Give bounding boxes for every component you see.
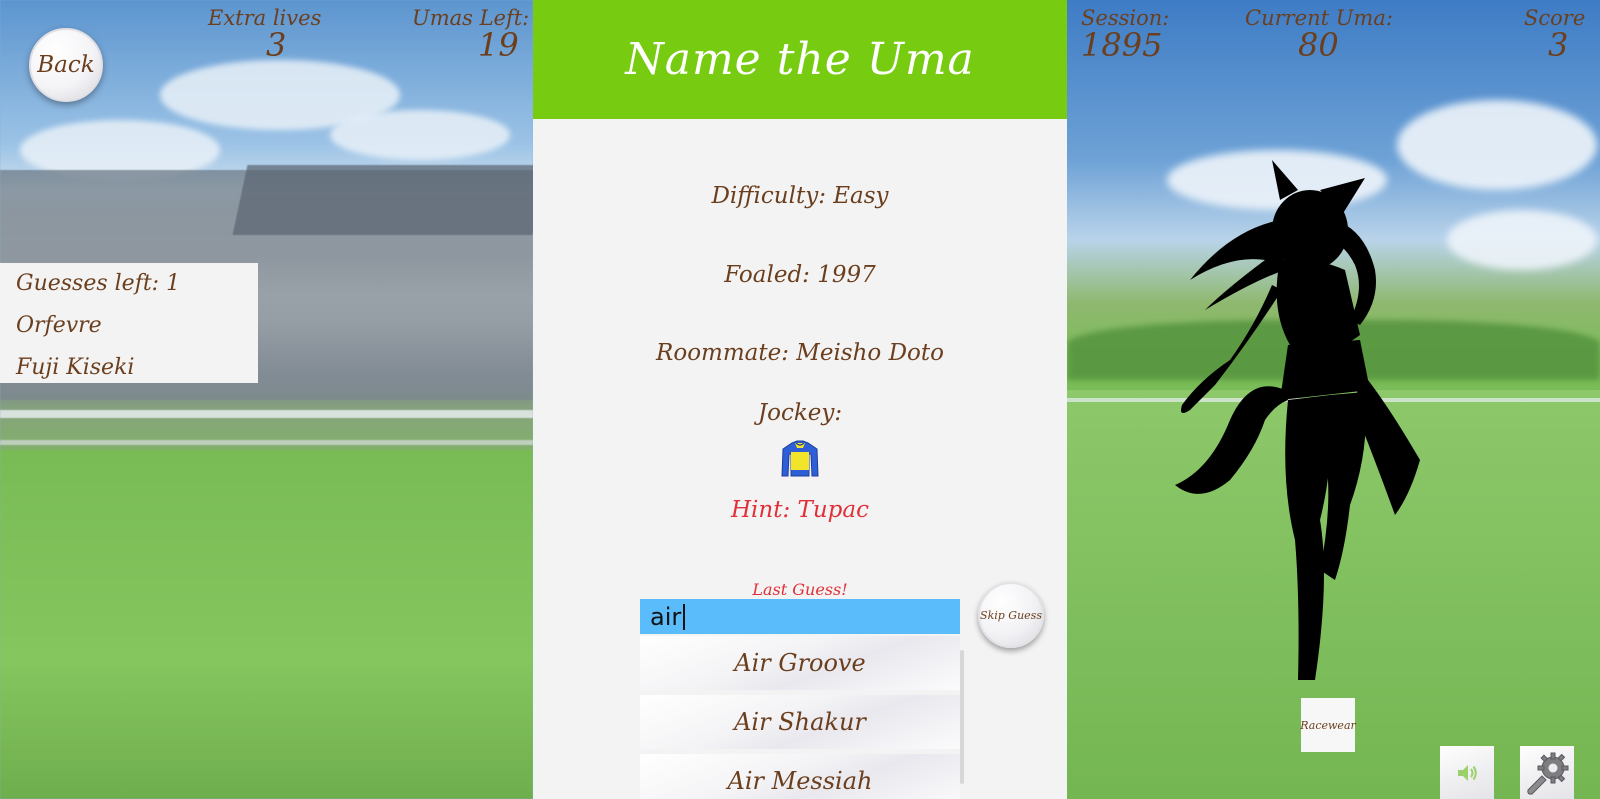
- racewear-button[interactable]: Racewear: [1300, 698, 1356, 752]
- guess-item: Orfevre: [16, 313, 102, 338]
- score-value: 3: [1548, 26, 1569, 64]
- rail-lower: [0, 440, 533, 445]
- suggestion-dropdown[interactable]: Air Groove Air Shakur Air Messiah: [640, 636, 962, 799]
- skip-guess-button[interactable]: Skip Guess: [978, 582, 1044, 648]
- guesses-left-label: Guesses left: 1: [16, 271, 181, 296]
- guess-search-input[interactable]: [640, 599, 960, 634]
- guesses-panel: Guesses left: 1 Orfevre Fuji Kiseki: [0, 263, 258, 383]
- text-caret: [683, 604, 685, 630]
- page-title: Name the Uma: [625, 34, 975, 85]
- suggestion-option[interactable]: Air Groove: [640, 636, 960, 690]
- difficulty-text: Difficulty: Easy: [711, 183, 889, 209]
- grandstand-roof: [232, 165, 548, 235]
- back-button[interactable]: Back: [29, 28, 103, 102]
- foaled-text: Foaled: 1997: [724, 262, 876, 288]
- uma-silhouette: [1175, 160, 1420, 680]
- left-background: [0, 0, 548, 799]
- extra-lives-label: Extra lives: [208, 6, 322, 30]
- hint-text: Hint: Tupac: [731, 497, 869, 523]
- extra-lives-value: 3: [266, 26, 287, 64]
- roommate-text: Roommate: Meisho Doto: [656, 340, 944, 366]
- title-bar: Name the Uma: [533, 0, 1067, 119]
- rail: [0, 410, 533, 418]
- suggestion-option[interactable]: Air Messiah: [640, 754, 960, 799]
- suggestion-option[interactable]: Air Shakur: [640, 695, 960, 749]
- center-panel: Name the Uma Difficulty: Easy Foaled: 19…: [533, 0, 1067, 799]
- jockey-silks-icon: [781, 440, 819, 477]
- session-value: 1895: [1081, 26, 1163, 64]
- guess-item: Fuji Kiseki: [16, 355, 135, 380]
- speaker-icon: [1458, 764, 1477, 781]
- settings-button[interactable]: [1520, 746, 1574, 799]
- umas-left-value: 19: [478, 26, 519, 64]
- dropdown-scrollbar[interactable]: [960, 650, 964, 784]
- grass: [0, 450, 533, 799]
- current-uma-value: 80: [1298, 26, 1339, 64]
- wrench-gear-icon: [1527, 752, 1569, 795]
- jockey-label: Jockey:: [757, 400, 843, 426]
- sound-button[interactable]: [1440, 746, 1494, 799]
